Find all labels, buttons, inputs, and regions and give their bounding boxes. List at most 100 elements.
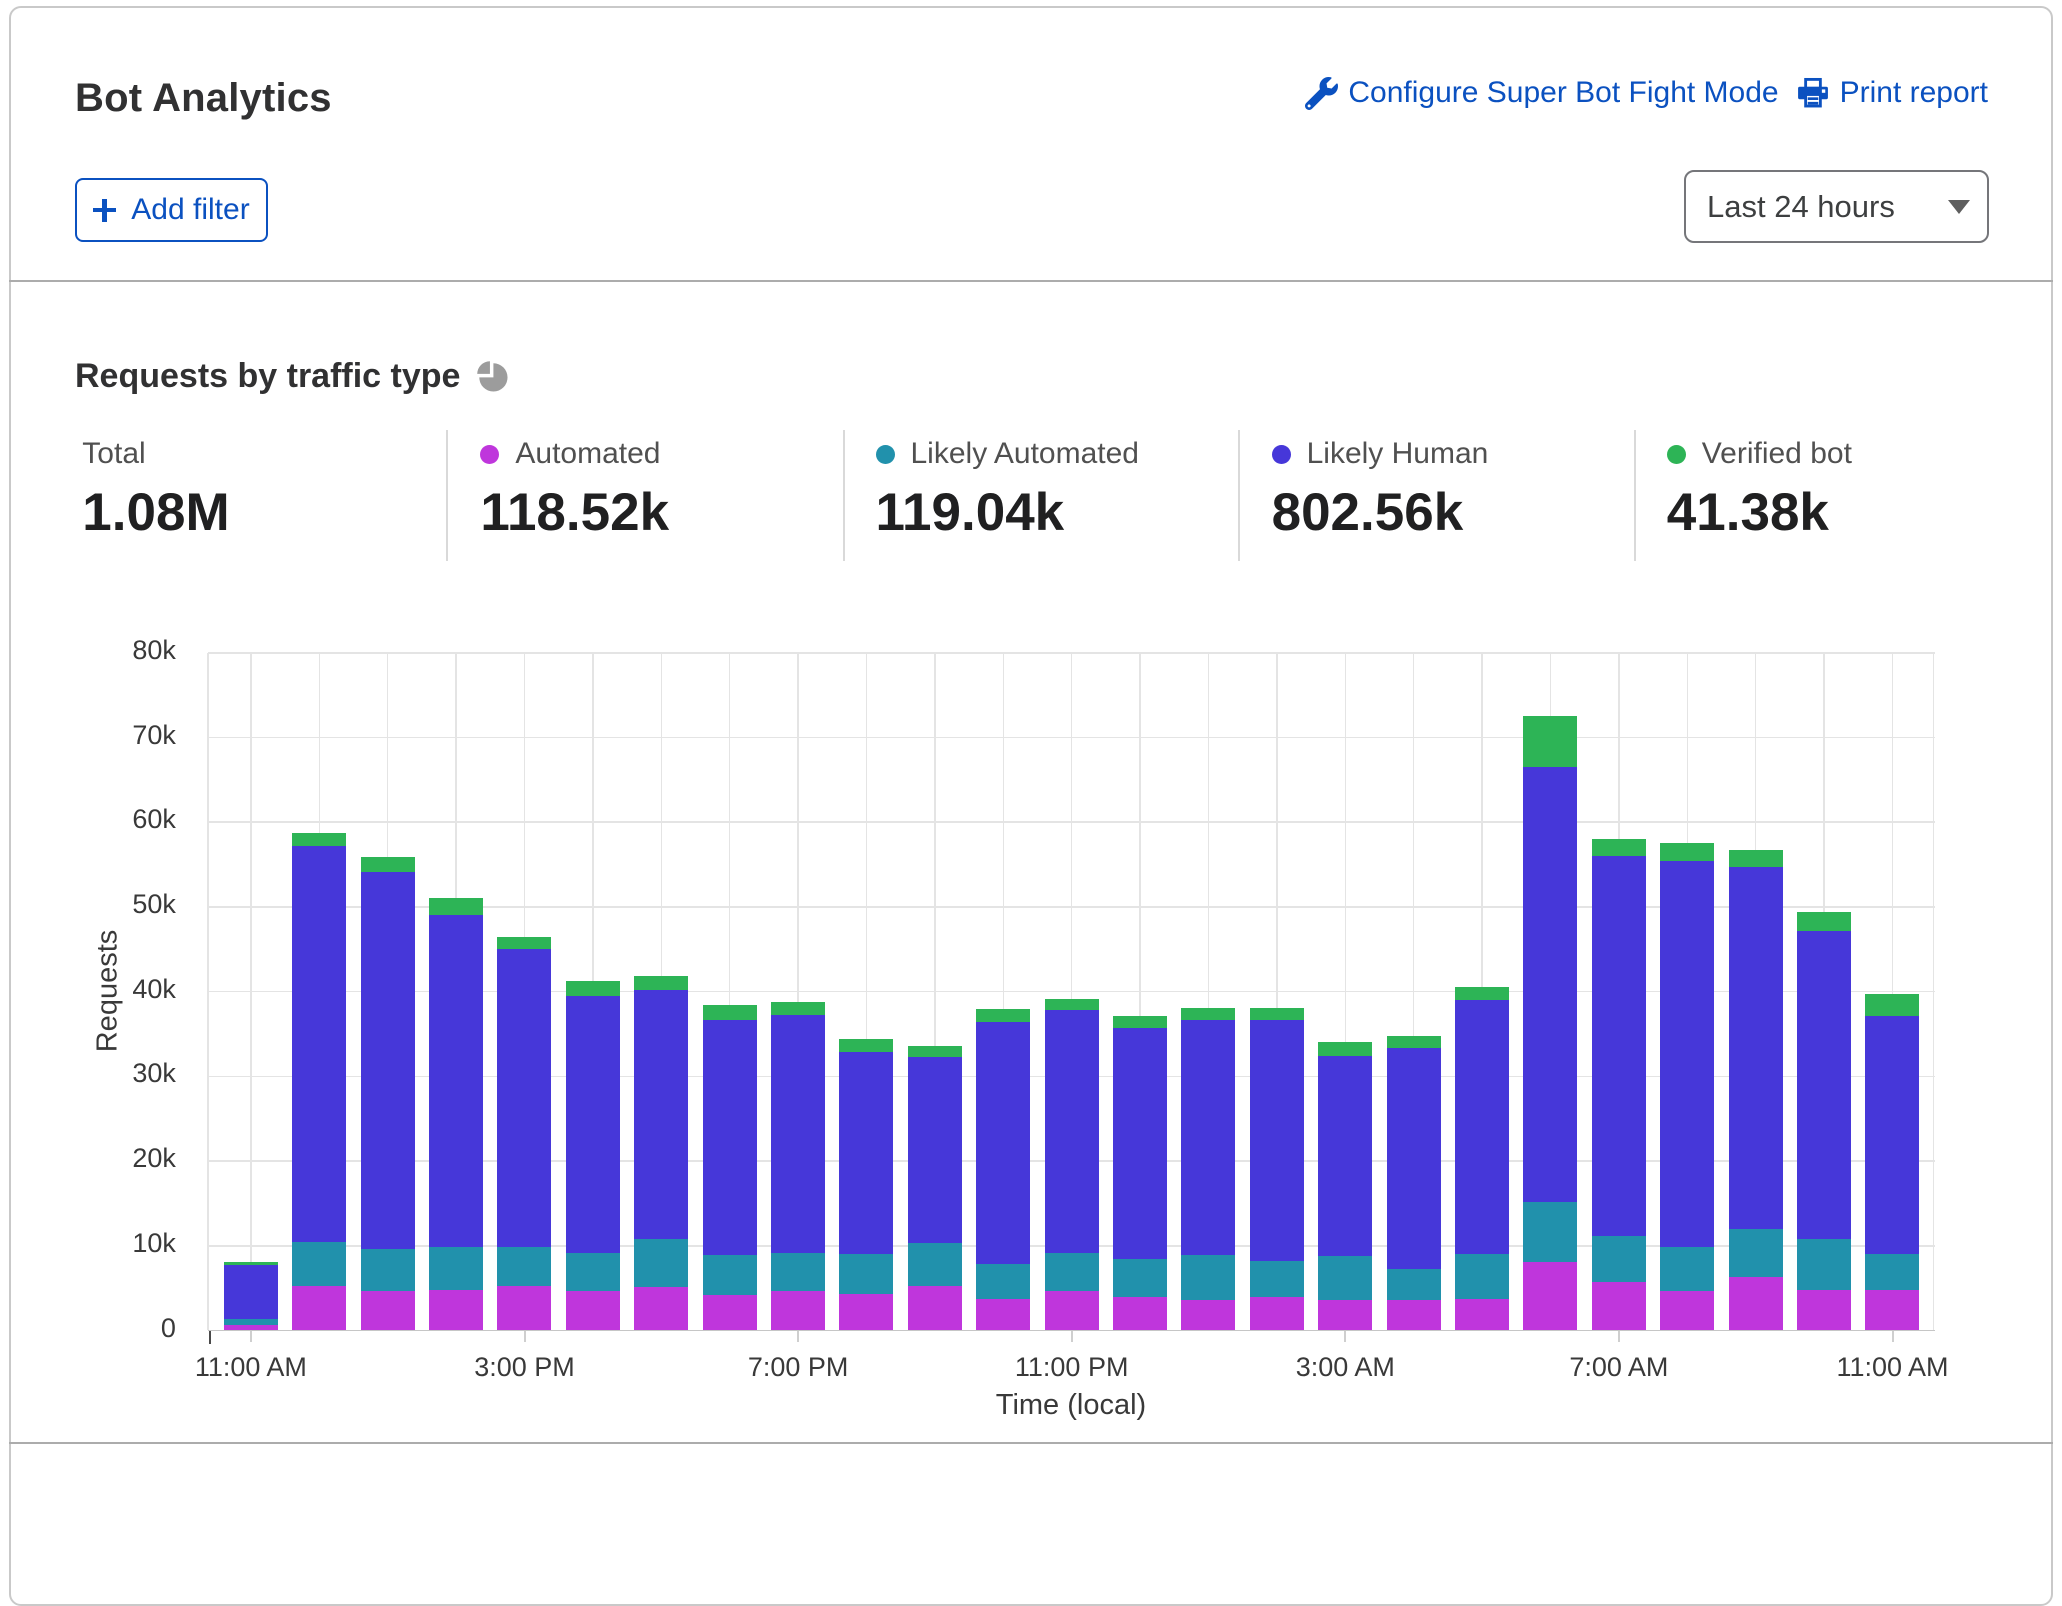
bar-3-00-pm[interactable] <box>497 937 551 1331</box>
x-axis-title: Time (local) <box>996 1389 1146 1422</box>
segment-verified-bot <box>771 1002 825 1016</box>
segment-verified-bot <box>566 981 620 996</box>
segment-automated <box>1045 1291 1099 1331</box>
stat-label: Verified bot <box>1702 437 1852 471</box>
segment-likely-human <box>1045 1009 1099 1252</box>
segment-verified-bot <box>292 833 346 846</box>
segment-verified-bot <box>1318 1042 1372 1056</box>
bar-10-00-am[interactable] <box>1797 912 1851 1330</box>
segment-likely-automated <box>361 1248 415 1290</box>
add-filter-button[interactable]: Add filter <box>75 178 268 242</box>
time-range-select[interactable]: Last 24 hours <box>1684 170 1989 243</box>
segment-likely-human <box>703 1019 757 1255</box>
print-link-label: Print report <box>1840 76 1988 110</box>
bar-4-00-pm[interactable] <box>566 981 620 1331</box>
segment-verified-bot <box>1181 1008 1235 1021</box>
y-tick-label: 70k <box>96 720 176 751</box>
stat-value: 119.04k <box>876 482 1139 543</box>
v-gridline <box>207 653 209 1331</box>
segment-likely-automated <box>976 1263 1030 1299</box>
segment-likely-automated <box>634 1238 688 1287</box>
y-tick-label: 50k <box>96 889 176 920</box>
x-tick-label: 11:00 AM <box>1783 1352 2003 1383</box>
segment-likely-human <box>1797 931 1851 1239</box>
segment-likely-automated <box>1660 1247 1714 1292</box>
stat-value: 41.38k <box>1667 482 1852 543</box>
segment-likely-human <box>1318 1055 1372 1256</box>
bar-11-00-am[interactable] <box>224 1262 278 1330</box>
bar-2-00-am[interactable] <box>1250 1008 1304 1331</box>
stat-label: Likely Human <box>1307 437 1489 471</box>
bar-9-00-pm[interactable] <box>908 1046 962 1331</box>
stat-divider <box>1238 430 1240 561</box>
y-tick-label: 20k <box>96 1143 176 1174</box>
bar-2-00-pm[interactable] <box>429 898 483 1330</box>
plus-icon <box>93 199 116 222</box>
print-report-link[interactable]: Print report <box>1796 76 1988 110</box>
stat-label: Total <box>82 437 145 471</box>
segment-likely-human <box>1250 1020 1304 1261</box>
x-tick-label: 3:00 PM <box>415 1352 635 1383</box>
bar-8-00-pm[interactable] <box>839 1039 893 1330</box>
stat-label: Automated <box>515 437 660 471</box>
segment-automated <box>976 1298 1030 1330</box>
bar-3-00-am[interactable] <box>1318 1042 1372 1330</box>
segment-verified-bot <box>1455 987 1509 1000</box>
printer-icon <box>1796 76 1830 110</box>
segment-likely-human <box>1660 860 1714 1247</box>
bottom-divider <box>9 1442 2053 1444</box>
stat-likely-human: Likely Human802.56k <box>1272 430 1489 543</box>
segment-likely-automated <box>292 1242 346 1287</box>
segment-verified-bot <box>908 1046 962 1057</box>
segment-likely-human <box>908 1056 962 1243</box>
bar-1-00-am[interactable] <box>1181 1008 1235 1331</box>
segment-likely-automated <box>1797 1238 1851 1290</box>
bar-11-00-pm[interactable] <box>1045 999 1099 1330</box>
stat-label: Likely Automated <box>911 437 1139 471</box>
segment-likely-automated <box>1592 1235 1646 1282</box>
x-tick <box>250 1331 252 1342</box>
segment-likely-human <box>361 871 415 1249</box>
segment-automated <box>634 1286 688 1330</box>
bar-12-00-am[interactable] <box>1113 1016 1167 1330</box>
segment-verified-bot <box>1113 1016 1167 1028</box>
bar-11-00-am[interactable] <box>1865 994 1919 1330</box>
bar-8-00-am[interactable] <box>1660 843 1714 1330</box>
segment-likely-human <box>1387 1048 1441 1269</box>
legend-dot <box>1667 445 1686 464</box>
bar-9-00-am[interactable] <box>1729 850 1783 1330</box>
segment-verified-bot <box>1250 1008 1304 1021</box>
page-title: Bot Analytics <box>75 76 332 121</box>
segment-verified-bot <box>1729 850 1783 867</box>
segment-verified-bot <box>429 898 483 914</box>
segment-verified-bot <box>361 857 415 872</box>
bar-12-00-pm[interactable] <box>292 833 346 1330</box>
bar-5-00-pm[interactable] <box>634 976 688 1330</box>
segment-automated <box>497 1286 551 1331</box>
bar-6-00-am[interactable] <box>1523 716 1577 1330</box>
section-title: Requests by traffic type <box>75 357 460 396</box>
bar-10-00-pm[interactable] <box>976 1009 1030 1330</box>
bar-7-00-am[interactable] <box>1592 839 1646 1330</box>
x-tick-label: 11:00 AM <box>141 1352 361 1383</box>
legend-dot <box>876 445 895 464</box>
bar-1-00-pm[interactable] <box>361 857 415 1331</box>
segment-verified-bot <box>634 976 688 990</box>
segment-likely-automated <box>1865 1253 1919 1289</box>
segment-likely-human <box>224 1264 278 1318</box>
segment-automated <box>1592 1281 1646 1330</box>
bar-7-00-pm[interactable] <box>771 1002 825 1331</box>
bar-5-00-am[interactable] <box>1455 987 1509 1330</box>
y-tick-label: 30k <box>96 1058 176 1089</box>
y-tick-label: 0 <box>96 1313 176 1344</box>
stat-divider <box>1634 430 1636 561</box>
bar-6-00-pm[interactable] <box>703 1005 757 1330</box>
v-gridline <box>250 653 252 1331</box>
configure-super-bot-fight-mode-link[interactable]: Configure Super Bot Fight Mode <box>1305 76 1778 110</box>
segment-automated <box>703 1294 757 1330</box>
y-tick-label: 80k <box>96 635 176 666</box>
segment-verified-bot <box>1797 912 1851 931</box>
bar-4-00-am[interactable] <box>1387 1036 1441 1331</box>
segment-verified-bot <box>1387 1036 1441 1049</box>
segment-likely-automated <box>497 1247 551 1287</box>
